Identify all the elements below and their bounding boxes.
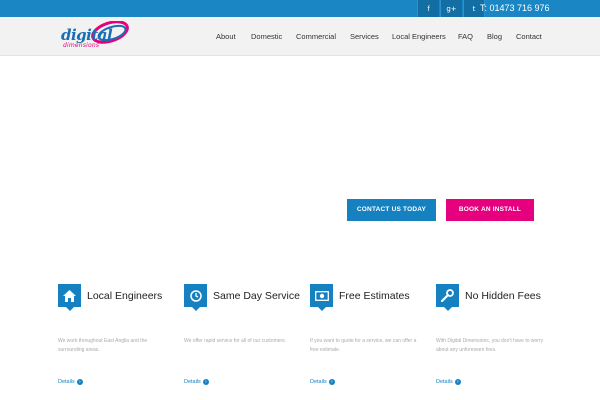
nav-contact[interactable]: Contact [516,17,542,56]
google-plus-glyph: g+ [446,4,457,13]
contact-us-button[interactable]: CONTACT US TODAY [347,199,436,221]
arrow-right-icon: › [202,379,209,385]
logo-sub: dimensions [63,42,100,49]
feature-local-engineers: Local Engineers We work throughout East … [58,284,183,394]
nav-local-engineers[interactable]: Local Engineers [392,17,446,56]
nav-services[interactable]: Services [350,17,379,56]
details-label: Details [436,379,453,385]
arrow-right-icon: › [454,379,461,385]
nav-blog[interactable]: Blog [487,17,502,56]
home-icon [58,284,81,311]
arrow-right-icon: › [76,379,83,385]
book-install-button[interactable]: BOOK AN INSTALL [446,199,534,221]
nav-domestic[interactable]: Domestic [251,17,282,56]
details-link[interactable]: Details › [436,379,461,385]
arrow-right-icon: › [328,379,335,385]
details-link[interactable]: Details › [184,379,209,385]
top-bar: f g+ t T: 01473 716 976 [0,0,600,17]
feature-text: If you want to quote for a service, we c… [310,338,417,353]
details-label: Details [184,379,201,385]
phone-number[interactable]: T: 01473 716 976 [480,0,550,17]
feature-free-estimates: Free Estimates If you want to quote for … [310,284,435,394]
feature-text: With Digital Dimensions, you don't have … [436,338,544,353]
feature-title: Free Estimates [339,290,410,302]
money-icon [310,284,333,311]
twitter-glyph: t [472,4,476,13]
feature-title: Local Engineers [87,290,163,302]
facebook-glyph: f [427,4,430,13]
feature-no-hidden-fees: No Hidden Fees With Digital Dimensions, … [436,284,561,394]
facebook-icon[interactable]: f [417,0,439,17]
google-plus-icon[interactable]: g+ [440,0,462,17]
feature-text: We offer rapid service for all of our cu… [184,338,287,344]
nav-about[interactable]: About [216,17,236,56]
feature-text: We work throughout East Anglia and the s… [58,338,148,353]
feature-title: No Hidden Fees [465,290,541,302]
nav-commercial[interactable]: Commercial [296,17,336,56]
logo[interactable]: digital dimensions [60,21,132,53]
feature-same-day-service: Same Day Service We offer rapid service … [184,284,309,394]
feature-title: Same Day Service [213,290,300,302]
wrench-icon [436,284,459,311]
details-label: Details [310,379,327,385]
details-label: Details [58,379,75,385]
clock-icon [184,284,207,311]
nav-faq[interactable]: FAQ [458,17,473,56]
hero-banner [0,56,600,256]
details-link[interactable]: Details › [58,379,83,385]
details-link[interactable]: Details › [310,379,335,385]
header: digital dimensions About Domestic Commer… [0,17,600,56]
